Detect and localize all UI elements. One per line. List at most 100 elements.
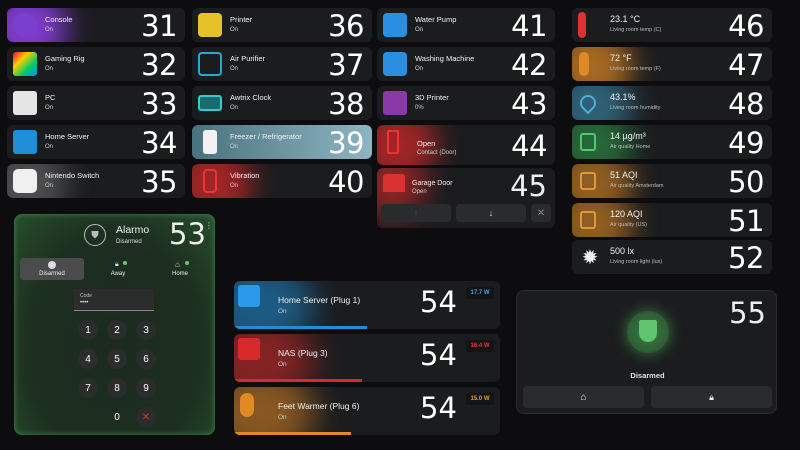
plug-state: On — [278, 414, 287, 421]
tile-number: 54 — [420, 338, 457, 372]
close-icon: ✕ — [141, 411, 151, 423]
tab-away[interactable]: 🔒︎ Away — [86, 258, 150, 280]
sensor-air-amsterdam[interactable]: 51 AQI Air quality Amsterdam 50 — [572, 164, 772, 198]
nintendo-switch-icon — [13, 169, 37, 193]
desktop-tower-icon — [13, 52, 37, 76]
nas-icon — [238, 338, 260, 360]
3d-printer-icon — [383, 91, 407, 115]
sensor-value: 23.1 °C — [610, 14, 641, 24]
tile-number: 36 — [328, 9, 364, 42]
sensor-label: Air quality Home — [610, 144, 651, 150]
home-icon: ⌂ — [175, 260, 180, 269]
plug-state: On — [278, 308, 287, 315]
tile-name: Gaming Rig — [45, 54, 85, 63]
tile-door-contact[interactable]: Open Contact (Door) 44 — [377, 125, 555, 165]
keypad-0[interactable]: 0 — [107, 407, 127, 427]
tile-number: 50 — [728, 165, 764, 198]
sensor-value: 72 °F — [610, 53, 632, 63]
garage-open-button[interactable]: ↑ — [381, 204, 451, 222]
keypad-7[interactable]: 7 — [78, 378, 98, 398]
vibration-icon — [203, 169, 217, 193]
keypad-4[interactable]: 4 — [78, 349, 98, 369]
lock-icon: 🔒︎ — [115, 261, 119, 268]
tile-state: On — [45, 27, 54, 33]
tile-state: On — [230, 183, 239, 189]
sensor-value: 14 µg/m³ — [610, 131, 646, 141]
air-filter-icon — [580, 133, 596, 151]
arm-away-button[interactable]: 🔒︎ — [651, 386, 772, 408]
tile-name: Awtrix Clock — [230, 93, 272, 102]
power-bar — [234, 379, 362, 382]
alarmo-title: Alarmo — [116, 224, 150, 236]
code-label: Code — [80, 293, 92, 299]
tile-state: On — [45, 105, 54, 111]
more-menu-icon[interactable]: ⋮ — [205, 221, 213, 230]
sensor-label: Air quality Amsterdam — [610, 183, 664, 189]
plug-feet-warmer[interactable]: Feet Warmer (Plug 6) On 54 15.0 W — [234, 387, 500, 435]
tab-home[interactable]: ⌂ Home — [148, 258, 212, 280]
tile-washing-machine[interactable]: Washing Machine On 42 — [377, 47, 555, 81]
tile-name: Garage Door — [412, 180, 453, 187]
keypad-8[interactable]: 8 — [107, 378, 127, 398]
sensor-label: Living room temp (F) — [610, 66, 661, 72]
tile-3d-printer[interactable]: 3D Printer 0% 43 — [377, 86, 555, 120]
arm-home-button[interactable]: ⌂ — [523, 386, 644, 408]
tile-name: Printer — [230, 15, 253, 24]
tile-number: 34 — [141, 126, 177, 159]
tile-number: 35 — [141, 165, 177, 198]
thermometer-icon — [579, 52, 589, 76]
keypad-6[interactable]: 6 — [136, 349, 156, 369]
sensor-air-us[interactable]: 120 AQI Air quality (US) 51 — [572, 203, 772, 237]
plug-home-server[interactable]: Home Server (Plug 1) On 54 17.7 W — [234, 281, 500, 329]
keypad-3[interactable]: 3 — [136, 320, 156, 340]
tab-label: Away — [110, 271, 126, 277]
garage-close-button[interactable]: ↓ — [456, 204, 526, 222]
clock-display-icon — [198, 95, 222, 111]
tile-pc[interactable]: PC On 33 — [7, 86, 185, 120]
sensor-label: Living room light (lux) — [610, 259, 663, 265]
tile-printer[interactable]: Printer On 36 — [192, 8, 372, 42]
tile-awtrix-clock[interactable]: Awtrix Clock On 38 — [192, 86, 372, 120]
tile-vibration[interactable]: Vibration On 40 — [192, 164, 372, 198]
keypad-5[interactable]: 5 — [107, 349, 127, 369]
tile-console[interactable]: Console On 31 — [7, 8, 185, 42]
tile-number: 43 — [511, 87, 547, 120]
alarm-state: Disarmed — [630, 371, 665, 380]
tile-home-server[interactable]: Home Server On 34 — [7, 125, 185, 159]
tile-state: Contact (Door) — [417, 150, 457, 156]
home-icon: ⌂ — [580, 391, 587, 403]
garage-stop-button[interactable]: ⛌ — [531, 204, 551, 222]
server-icon — [238, 285, 260, 307]
sensor-air-home[interactable]: 14 µg/m³ Air quality Home 49 — [572, 125, 772, 159]
keypad-2[interactable]: 2 — [107, 320, 127, 340]
plug-nas[interactable]: NAS (Plug 3) On 54 16.4 W — [234, 334, 500, 382]
code-value: •••• — [80, 300, 89, 306]
keypad-9[interactable]: 9 — [136, 378, 156, 398]
sensor-temp-f[interactable]: 72 °F Living room temp (F) 47 — [572, 47, 772, 81]
clear-button[interactable]: ✕ — [136, 407, 156, 427]
tile-gaming-rig[interactable]: Gaming Rig On 32 — [7, 47, 185, 81]
sensor-humidity[interactable]: 43.1% Living room humidity 48 — [572, 86, 772, 120]
door-open-icon — [387, 130, 399, 154]
tile-freezer[interactable]: Freezer / Refrigerator On 39 — [192, 125, 372, 159]
tile-number: 47 — [728, 48, 764, 81]
tile-number: 41 — [511, 9, 547, 42]
sensor-lux[interactable]: ✹ 500 lx Living room light (lux) 52 — [572, 240, 772, 274]
tab-disarmed[interactable]: Disarmed — [20, 258, 84, 280]
tile-air-purifier[interactable]: Air Purifier On 37 — [192, 47, 372, 81]
plug-name: Home Server (Plug 1) — [278, 295, 361, 305]
tile-water-pump[interactable]: Water Pump On 41 — [377, 8, 555, 42]
tile-number: 33 — [141, 87, 177, 120]
tile-nintendo-switch[interactable]: Nintendo Switch On 35 — [7, 164, 185, 198]
tile-state: On — [45, 183, 54, 189]
code-input[interactable]: Code •••• — [74, 289, 154, 311]
tile-number: 54 — [420, 285, 457, 319]
sensor-temp-c[interactable]: 23.1 °C Living room temp (C) 46 — [572, 8, 772, 42]
tile-state: On — [230, 144, 239, 150]
arrow-down-icon: ↓ — [488, 208, 494, 218]
tile-number: 42 — [511, 48, 547, 81]
arrow-up-icon: ↑ — [413, 208, 419, 218]
keypad-1[interactable]: 1 — [78, 320, 98, 340]
tile-number: 45 — [510, 169, 547, 203]
status-dot — [185, 261, 189, 265]
